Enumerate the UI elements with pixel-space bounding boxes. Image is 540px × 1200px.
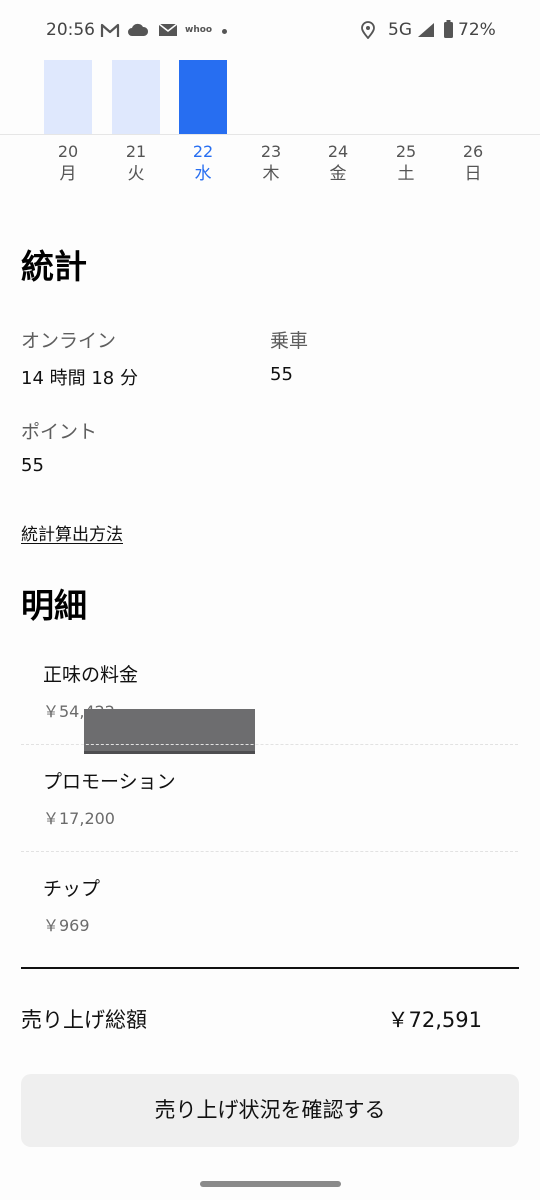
chart-day-23[interactable]: 23 木	[247, 142, 295, 186]
chart-day-weekday: 金	[329, 164, 347, 184]
view-earnings-button[interactable]: 売り上げ状況を確認する	[21, 1074, 519, 1147]
breakdown-item-label: プロモーション	[43, 771, 176, 793]
chart-day-24[interactable]: 24 金	[314, 142, 362, 186]
chart-day-weekday: 水	[194, 164, 212, 184]
earnings-screen: 20:56 whoo 5G 72% 20 月 21 火 22 水 23 木 24 金 25 土 26 日	[0, 0, 540, 1200]
stats-title: 統計	[21, 247, 87, 286]
chart-day-weekday: 日	[464, 164, 482, 184]
chart-day-date: 21	[125, 142, 147, 161]
signal-icon	[418, 23, 434, 37]
chart-day-date: 25	[395, 142, 417, 161]
breakdown-divider	[21, 851, 518, 852]
whoo-app-icon: whoo	[185, 25, 213, 35]
chart-day-22[interactable]: 22 水	[179, 142, 227, 186]
battery-icon	[444, 20, 453, 38]
chart-day-weekday: 火	[127, 164, 145, 184]
chart-day-25[interactable]: 25 土	[382, 142, 430, 186]
more-notifications-dot-icon	[222, 29, 227, 34]
chart-day-21[interactable]: 21 火	[112, 142, 160, 186]
chart-day-26[interactable]: 26 日	[449, 142, 497, 186]
location-icon	[361, 21, 375, 39]
weekly-earnings-chart	[0, 60, 540, 135]
total-earnings-value: ￥72,591	[387, 1008, 482, 1032]
breakdown-item-label: 正味の料金	[43, 664, 139, 686]
chart-day-20[interactable]: 20 月	[44, 142, 92, 186]
chart-day-weekday: 土	[397, 164, 415, 184]
network-type: 5G	[388, 20, 412, 40]
gmail-icon	[100, 23, 120, 37]
battery-level: 72%	[458, 20, 496, 40]
mail-icon	[158, 23, 178, 36]
online-label: オンライン	[21, 330, 117, 352]
chart-day-date: 26	[462, 142, 484, 161]
stats-method-link[interactable]: 統計算出方法	[21, 520, 123, 545]
chart-day-date: 22	[192, 142, 214, 161]
chart-day-weekday: 月	[59, 164, 77, 184]
breakdown-divider	[21, 744, 518, 745]
chart-day-weekday: 木	[262, 164, 280, 184]
redaction-overlay	[84, 709, 255, 754]
status-bar: 20:56 whoo 5G 72%	[0, 0, 540, 60]
breakdown-item-promotion: プロモーション ￥17,200	[21, 767, 518, 874]
chart-day-date: 23	[260, 142, 282, 161]
breakdown-item-label: チップ	[43, 878, 101, 900]
total-divider	[21, 967, 519, 969]
breakdown-item-amount: ￥969	[43, 916, 90, 935]
rides-value: 55	[270, 364, 293, 385]
breakdown-title: 明細	[21, 586, 87, 625]
breakdown-item-tip: チップ ￥969	[21, 874, 518, 981]
total-earnings-label: 売り上げ総額	[21, 1008, 147, 1032]
chart-bar-22[interactable]	[179, 60, 227, 135]
chart-day-date: 24	[327, 142, 349, 161]
rides-label: 乗車	[270, 330, 309, 352]
points-label: ポイント	[21, 421, 98, 443]
chart-day-date: 20	[57, 142, 79, 161]
chart-baseline	[0, 134, 540, 135]
online-value: 14 時間 18 分	[21, 368, 138, 389]
chart-day-labels: 20 月 21 火 22 水 23 木 24 金 25 土 26 日	[0, 142, 540, 190]
points-value: 55	[21, 455, 44, 476]
home-indicator[interactable]	[200, 1181, 341, 1187]
chart-bar-20[interactable]	[44, 60, 92, 135]
cloud-icon	[128, 23, 149, 36]
status-time: 20:56	[46, 20, 95, 40]
chart-bar-21[interactable]	[112, 60, 160, 135]
breakdown-item-amount: ￥17,200	[43, 809, 115, 828]
